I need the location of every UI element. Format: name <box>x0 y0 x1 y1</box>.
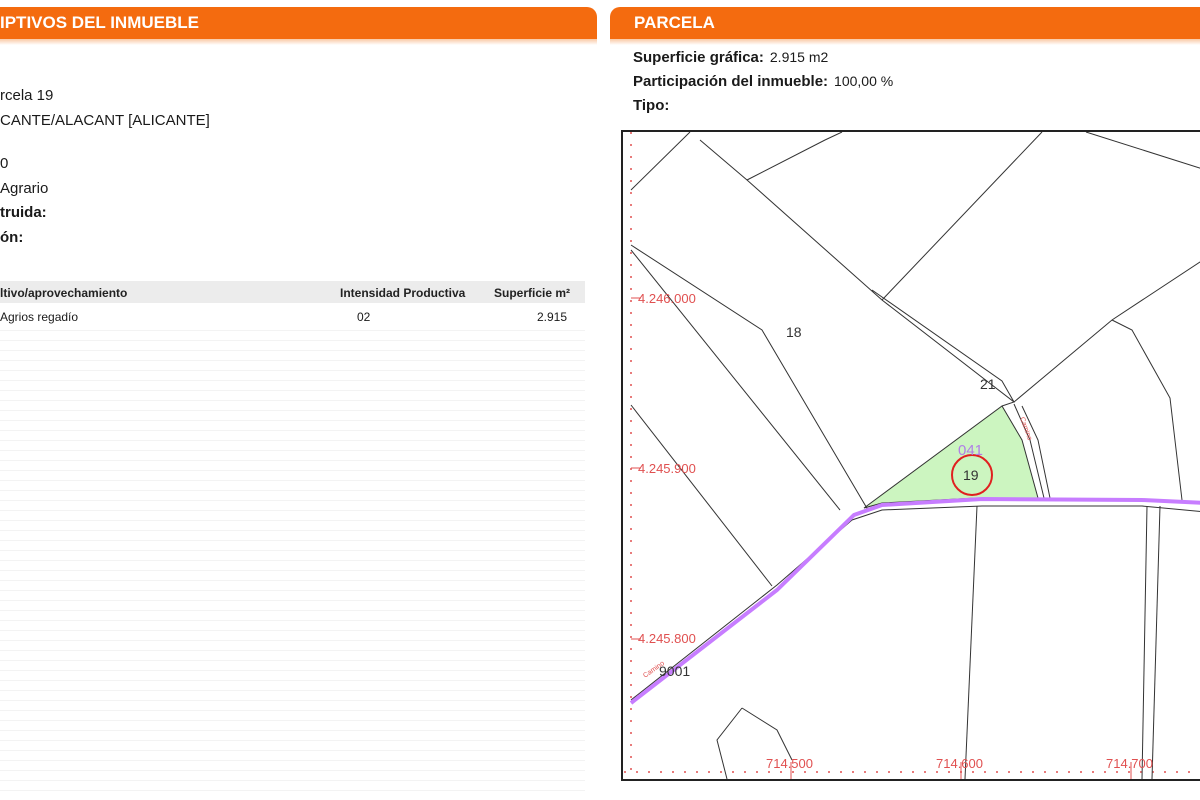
location-text: CANTE/ALACANT [ALICANTE] <box>0 112 210 129</box>
parcel-label-21: 21 <box>980 376 996 392</box>
surface-value: 2.915 m2 <box>769 49 829 65</box>
left-section-header: IPTIVOS DEL INMUEBLE <box>0 7 597 45</box>
y-label-2: 4.245.900 <box>638 461 696 476</box>
surface-info: Superficie gráfica: 2.915 m2 <box>633 49 828 66</box>
crops-table: ltivo/aprovechamiento Intensidad Product… <box>0 281 585 800</box>
surface-cell: 2.915 <box>537 310 568 324</box>
left-section-title: IPTIVOS DEL INMUEBLE <box>0 13 199 32</box>
col-intensity-header: Intensidad Productiva <box>340 286 466 300</box>
highlighted-parcel[interactable] <box>863 405 1039 509</box>
map-drawing: 4.246.000 4.245.900 4.245.800 714.500 71… <box>624 132 1200 779</box>
intensity-cell: 02 <box>357 310 371 324</box>
x-label-3: 714.700 <box>1106 756 1153 771</box>
parcel-section-header: PARCELA <box>610 7 1200 45</box>
cadastral-map[interactable]: 4.246.000 4.245.900 4.245.800 714.500 71… <box>621 130 1200 781</box>
crop-cell: Agrios regadío <box>0 310 79 324</box>
use-text: Agrario <box>0 180 49 197</box>
col-surface-header: Superficie m² <box>494 286 571 300</box>
parcel-label-19: 19 <box>963 467 979 483</box>
polygon-label-041: 041 <box>958 442 983 459</box>
class-text: 0 <box>0 155 9 172</box>
parcel-label-18: 18 <box>786 324 802 340</box>
road-line <box>629 496 1200 705</box>
type-info: Tipo: <box>633 97 669 114</box>
built-surface-label: truida: <box>0 204 47 221</box>
share-info: Participación del inmueble: 100,00 % <box>633 73 893 90</box>
x-label-2: 714.600 <box>936 756 983 771</box>
construction-year-label: ón: <box>0 229 24 246</box>
type-label: Tipo: <box>633 97 670 114</box>
parcel-section-title: PARCELA <box>634 13 715 32</box>
parcel-boundaries <box>630 132 1200 779</box>
x-label-1: 714.500 <box>766 756 813 771</box>
table-row: Agrios regadío 02 2.915 <box>0 305 585 327</box>
map-grid-ticks <box>631 297 1132 779</box>
y-label-3: 4.245.800 <box>638 631 696 646</box>
parcel-reference-text: rcela 19 <box>0 87 54 104</box>
col-crop-header: ltivo/aprovechamiento <box>0 286 128 300</box>
share-label: Participación del inmueble: <box>633 73 829 90</box>
table-header: ltivo/aprovechamiento Intensidad Product… <box>0 281 585 303</box>
share-value: 100,00 % <box>834 73 894 89</box>
surface-label: Superficie gráfica: <box>633 49 764 66</box>
y-label-1: 4.246.000 <box>638 291 696 306</box>
